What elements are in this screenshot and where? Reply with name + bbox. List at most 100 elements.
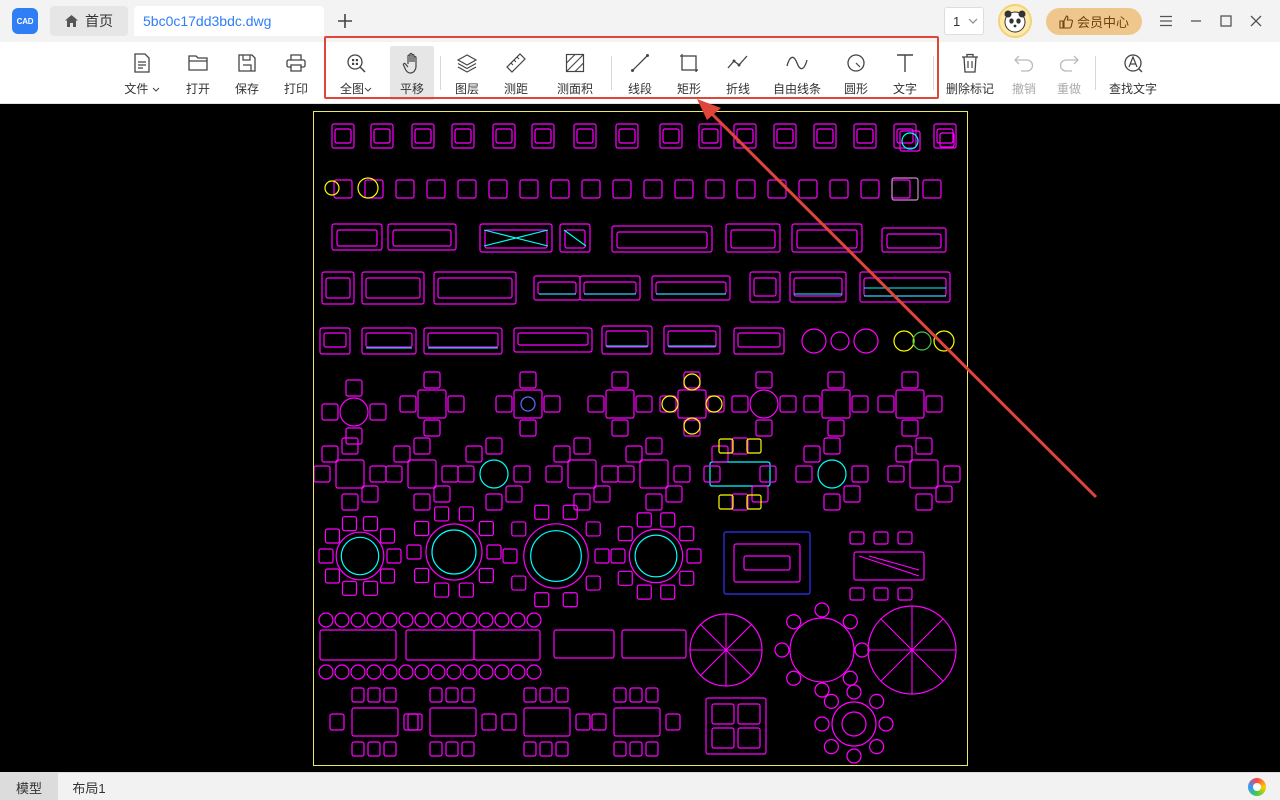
cad-shape xyxy=(789,271,847,303)
cad-shape xyxy=(530,530,582,582)
cad-shape xyxy=(510,664,526,680)
cad-shape xyxy=(539,741,553,757)
cad-shape xyxy=(563,229,587,247)
minimize-button[interactable] xyxy=(1185,10,1207,32)
cad-shape xyxy=(856,128,874,144)
open-button[interactable]: 打开 xyxy=(178,46,218,100)
cad-shape xyxy=(909,459,939,489)
cad-shape xyxy=(935,485,953,503)
tab-home[interactable]: 首页 xyxy=(50,6,128,36)
cad-shape xyxy=(323,332,347,348)
cad-shape xyxy=(878,716,894,732)
circle-tool-button[interactable]: 圆形 xyxy=(836,46,876,100)
cad-shape xyxy=(423,327,503,355)
cad-shape xyxy=(731,395,749,413)
page-select[interactable]: 1 xyxy=(944,7,984,35)
cad-shape xyxy=(814,602,830,618)
redo-button[interactable]: 重做 xyxy=(1049,46,1089,100)
save-label: 保存 xyxy=(234,82,259,96)
cad-shape xyxy=(573,437,591,455)
cad-shape xyxy=(458,582,474,598)
cad-shape xyxy=(314,465,331,483)
layers-label: 图层 xyxy=(454,82,479,96)
freehand-tool-button[interactable]: 自由线条 xyxy=(769,46,825,100)
cad-shape xyxy=(447,395,465,413)
new-tab-button[interactable] xyxy=(334,8,356,34)
layers-button[interactable]: 图层 xyxy=(447,46,487,100)
pan-button[interactable]: 平移 xyxy=(390,46,434,100)
drawing-canvas[interactable] xyxy=(0,104,1280,772)
close-button[interactable] xyxy=(1245,10,1267,32)
cad-shape xyxy=(846,748,862,764)
cad-shape xyxy=(567,459,597,489)
polyline-tool-button[interactable]: 折线 xyxy=(718,46,758,100)
cad-shape xyxy=(591,713,607,731)
color-wheel-icon[interactable] xyxy=(1248,778,1266,796)
cad-shape xyxy=(534,128,552,144)
cad-shape xyxy=(429,707,477,737)
cad-shape xyxy=(321,445,339,463)
cad-shape xyxy=(414,664,430,680)
rectangle-tool-label: 矩形 xyxy=(676,82,701,96)
tab-file[interactable]: 5bc0c17dd3bdc.dwg xyxy=(134,6,324,36)
undo-icon xyxy=(1013,52,1035,74)
undo-button[interactable]: 撤销 xyxy=(1004,46,1044,100)
cad-shape xyxy=(433,271,517,305)
text-tool-button[interactable]: 文字 xyxy=(885,46,925,100)
cad-shape xyxy=(325,277,351,299)
find-text-button[interactable]: 查找文字 xyxy=(1105,46,1161,100)
cad-shape xyxy=(594,548,610,564)
menu-button[interactable] xyxy=(1155,10,1177,32)
cad-shape xyxy=(367,687,381,703)
cad-shape xyxy=(814,716,830,732)
cad-shape xyxy=(413,493,431,511)
cad-shape xyxy=(823,739,839,755)
cad-shape xyxy=(711,727,735,749)
cad-shape xyxy=(517,332,589,346)
cad-shape xyxy=(365,277,421,299)
measure-area-button[interactable]: 测面积 xyxy=(552,46,598,100)
cad-shape xyxy=(655,281,727,295)
line-tool-button[interactable]: 线段 xyxy=(620,46,660,100)
tab-layout1[interactable]: 布局1 xyxy=(58,773,120,800)
cad-shape xyxy=(553,629,615,659)
cad-shape xyxy=(414,612,430,628)
measure-distance-button[interactable]: 测距 xyxy=(496,46,536,100)
cad-shape xyxy=(481,713,497,731)
cad-shape xyxy=(350,664,366,680)
fit-view-button[interactable]: 全图 xyxy=(334,46,378,100)
delete-marks-button[interactable]: 删除标记 xyxy=(942,46,998,100)
file-menu-button[interactable]: 文件 xyxy=(118,46,166,100)
cad-shape xyxy=(851,395,869,413)
trash-icon xyxy=(959,52,981,74)
cad-shape xyxy=(350,612,366,628)
cad-shape xyxy=(575,713,591,731)
freehand-tool-label: 自由线条 xyxy=(772,82,821,96)
cad-shape xyxy=(526,664,542,680)
cad-shape xyxy=(446,664,462,680)
cad-shape xyxy=(736,128,754,144)
cad-shape xyxy=(827,371,845,389)
cad-shape xyxy=(846,684,862,700)
cad-shape xyxy=(513,327,593,353)
rectangle-tool-button[interactable]: 矩形 xyxy=(669,46,709,100)
cad-shape xyxy=(510,612,526,628)
vip-center-button[interactable]: 会员中心 xyxy=(1046,8,1142,35)
cad-shape xyxy=(901,419,919,437)
cad-shape xyxy=(511,575,527,591)
cad-shape xyxy=(406,544,422,560)
cad-shape xyxy=(398,612,414,628)
user-avatar[interactable] xyxy=(998,4,1032,38)
cad-shape xyxy=(703,465,721,483)
cad-shape xyxy=(891,179,911,199)
maximize-button[interactable] xyxy=(1215,10,1237,32)
print-button[interactable]: 打印 xyxy=(276,46,316,100)
cad-shape xyxy=(553,445,571,463)
cad-shape xyxy=(887,465,905,483)
cad-shape xyxy=(335,459,365,489)
save-button[interactable]: 保存 xyxy=(227,46,267,100)
tab-model[interactable]: 模型 xyxy=(0,773,58,800)
polyline-icon xyxy=(727,52,749,74)
title-bar: CAD 首页 5bc0c17dd3bdc.dwg 1 会员中心 xyxy=(0,0,1280,42)
cad-shape xyxy=(629,741,643,757)
